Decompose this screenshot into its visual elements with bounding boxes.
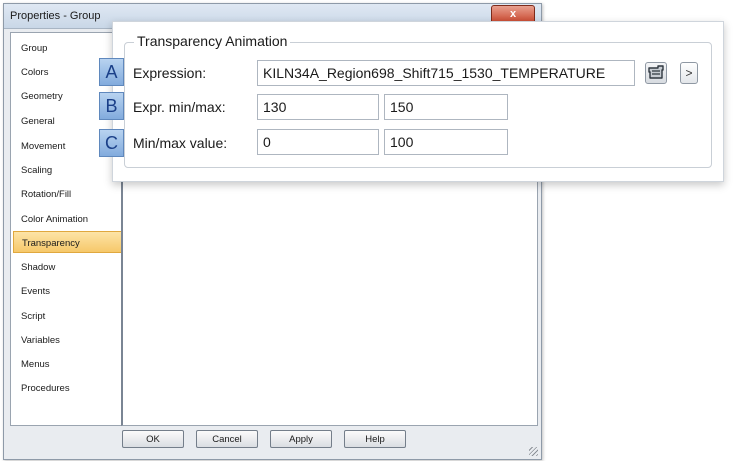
resize-grip-icon[interactable] — [529, 447, 538, 456]
nav-item-label: General — [21, 116, 55, 127]
expr-minmax-label: Expr. min/max: — [133, 99, 226, 115]
nav-item-label: Transparency — [22, 238, 80, 249]
callout-badge-a: A — [99, 58, 124, 86]
nav-item-label: Color Animation — [21, 214, 89, 225]
nav-item-menus[interactable]: Menus — [11, 353, 123, 375]
dialog-title: Properties - Group — [10, 10, 101, 22]
nav-item-transparency[interactable]: Transparency — [13, 231, 123, 253]
nav-item-rotation-fill[interactable]: Rotation/Fill — [11, 183, 123, 205]
variable-picker-button[interactable] — [645, 62, 667, 84]
browse-button[interactable]: > — [680, 62, 698, 84]
nav-item-label: Procedures — [21, 383, 70, 394]
value-min-field[interactable]: 0 — [257, 129, 379, 155]
nav-item-script[interactable]: Script — [11, 305, 123, 327]
nav-item-color-animation[interactable]: Color Animation — [11, 208, 123, 230]
cancel-button[interactable]: Cancel — [196, 430, 258, 448]
callout-badge-b: B — [99, 92, 124, 120]
nav-item-label: Geometry — [21, 91, 63, 102]
nav-item-variables[interactable]: Variables — [11, 329, 123, 351]
value-max-field[interactable]: 100 — [384, 129, 508, 155]
expression-label: Expression: — [133, 65, 207, 81]
nav-item-label: Events — [21, 286, 51, 297]
nav-item-label: Movement — [21, 141, 66, 152]
expression-field[interactable]: KILN34A_Region698_Shift715_1530_TEMPERAT… — [257, 60, 635, 86]
nav-item-label: Menus — [21, 359, 50, 370]
apply-button[interactable]: Apply — [270, 430, 332, 448]
nav-item-label: Script — [21, 311, 46, 322]
nav-item-label: Rotation/Fill — [21, 189, 72, 200]
nav-item-shadow[interactable]: Shadow — [11, 256, 123, 278]
nav-item-events[interactable]: Events — [11, 280, 123, 302]
expr-max-field[interactable]: 150 — [384, 94, 508, 120]
callout-badge-c: C — [99, 129, 124, 157]
nav-item-procedures[interactable]: Procedures — [11, 377, 123, 399]
nav-item-label: Shadow — [21, 262, 56, 273]
nav-item-scaling[interactable]: Scaling — [11, 159, 123, 181]
nav-item-label: Variables — [21, 335, 60, 346]
nav-item-group[interactable]: Group — [11, 37, 123, 59]
help-button[interactable]: Help — [344, 430, 406, 448]
nav-item-label: Scaling — [21, 165, 53, 176]
ok-button[interactable]: OK — [122, 430, 184, 448]
variable-picker-icon — [648, 65, 664, 79]
minmax-value-label: Min/max value: — [133, 135, 228, 151]
nav-item-label: Group — [21, 43, 48, 54]
zoom-callout-panel: Transparency Animation A Expression: KIL… — [99, 21, 724, 182]
expr-min-field[interactable]: 130 — [257, 94, 379, 120]
group-title: Transparency Animation — [134, 33, 291, 49]
nav-item-label: Colors — [21, 67, 49, 78]
